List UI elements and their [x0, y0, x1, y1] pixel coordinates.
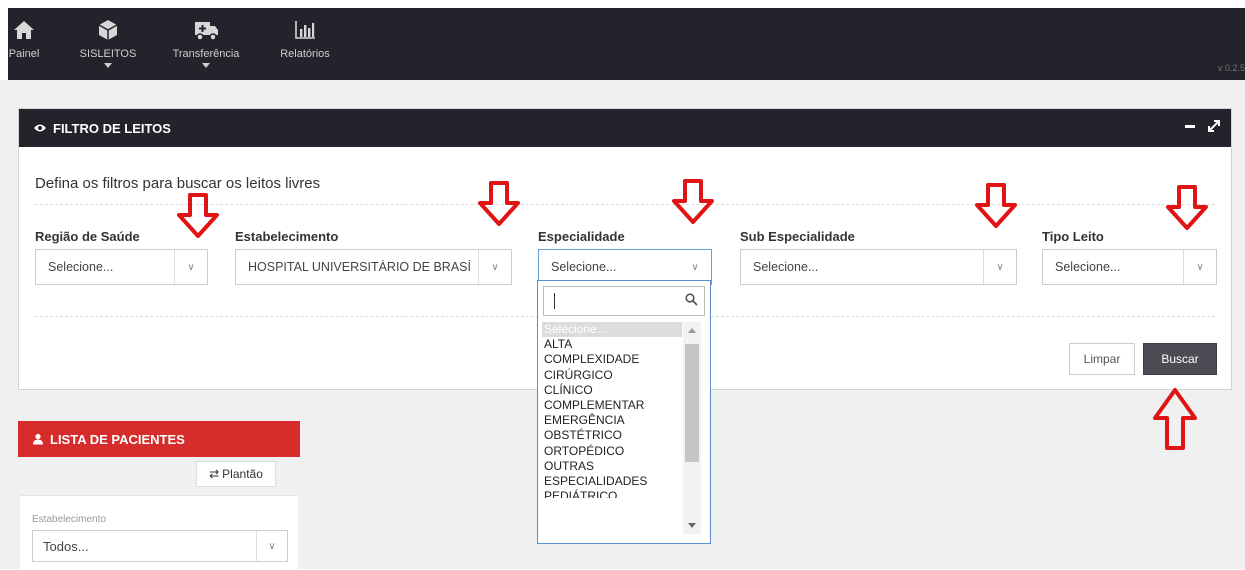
patients-estabelecimento-select[interactable]: Todos... ∨	[32, 530, 288, 562]
filter-panel-title: FILTRO DE LEITOS	[53, 120, 171, 136]
chevron-down-icon	[202, 63, 210, 68]
label-regiao-saude: Região de Saúde	[35, 229, 140, 244]
nav-item-transferencia[interactable]: Transferência	[160, 18, 252, 68]
dropdown-option[interactable]: OUTRAS	[542, 459, 682, 474]
dropdown-option[interactable]: CIRÚRGICO	[542, 368, 682, 383]
filter-panel-header: FILTRO DE LEITOS	[19, 109, 1231, 147]
plantao-label: Plantão	[222, 467, 263, 481]
especialidade-dropdown: Selecione... ALTA COMPLEXIDADE CIRÚRGICO…	[537, 280, 711, 544]
chevron-down-icon: ∨	[174, 250, 207, 284]
minimize-icon[interactable]	[1183, 119, 1197, 133]
chevron-down-icon	[104, 63, 112, 68]
dropdown-scrollbar[interactable]	[683, 322, 701, 534]
nav-item-painel[interactable]: Painel	[4, 18, 44, 60]
patients-filter-card: Estabelecimento Todos... ∨	[20, 495, 298, 570]
chevron-down-icon: ∨	[256, 531, 287, 561]
dropdown-search-input[interactable]	[543, 286, 705, 316]
version-label: v 0.2.5	[1217, 63, 1245, 73]
dropdown-option[interactable]: ESPECIALIDADES	[542, 474, 682, 489]
user-icon	[33, 433, 43, 445]
dropdown-option[interactable]: CLÍNICO	[542, 383, 682, 398]
dropdown-option[interactable]: COMPLEXIDADE	[542, 352, 682, 367]
nav-label: Painel	[8, 48, 40, 60]
dropdown-options: Selecione... ALTA COMPLEXIDADE CIRÚRGICO…	[542, 322, 682, 498]
annotation-arrow-down-icon	[478, 181, 520, 226]
dropdown-option[interactable]: COMPLEMENTAR	[542, 398, 682, 413]
annotation-arrow-down-icon	[975, 183, 1017, 228]
dropdown-option[interactable]: EMERGÊNCIA	[542, 413, 682, 428]
label-tipo-leito: Tipo Leito	[1042, 229, 1104, 244]
chevron-down-icon: ∨	[478, 250, 511, 284]
label-estabelecimento: Estabelecimento	[235, 229, 339, 244]
swap-icon: ⇄	[209, 467, 220, 481]
dropdown-option[interactable]: OBSTÉTRICO	[542, 428, 682, 443]
home-icon	[14, 21, 34, 39]
chevron-down-icon: ∨	[983, 250, 1016, 284]
clear-button[interactable]: Limpar	[1069, 343, 1135, 375]
dropdown-option[interactable]: ORTOPÉDICO	[542, 444, 682, 459]
label-especialidade: Especialidade	[538, 229, 625, 244]
regiao-saude-select[interactable]: Selecione... ∨	[35, 249, 208, 285]
nav-label: Relatórios	[280, 48, 330, 60]
eye-icon	[34, 124, 46, 132]
select-value: HOSPITAL UNIVERSITÁRIO DE BRASÍ	[248, 260, 471, 274]
bar-chart-icon	[295, 21, 315, 39]
label-sub-especialidade: Sub Especialidade	[740, 229, 855, 244]
select-value: Todos...	[43, 538, 89, 554]
select-value: Selecione...	[1055, 260, 1121, 274]
nav-label: SISLEITOS	[79, 48, 137, 60]
scroll-up-icon[interactable]	[688, 328, 696, 333]
patients-panel-title: LISTA DE PACIENTES	[50, 431, 185, 447]
scroll-down-icon[interactable]	[688, 523, 696, 528]
nav-item-relatorios[interactable]: Relatórios	[270, 18, 340, 60]
annotation-arrow-down-icon	[177, 193, 219, 238]
dropdown-option[interactable]: Selecione...	[542, 322, 682, 338]
sub-especialidade-select[interactable]: Selecione... ∨	[740, 249, 1017, 285]
dropdown-option[interactable]: ALTA	[542, 337, 682, 352]
nav-label: Transferência	[172, 48, 240, 60]
chevron-down-icon: ∨	[1183, 250, 1216, 284]
top-navbar: Painel SISLEITOS Transferência Relatório…	[8, 8, 1245, 80]
annotation-arrow-down-icon	[672, 179, 714, 224]
search-button[interactable]: Buscar	[1143, 343, 1217, 375]
patients-panel-header: LISTA DE PACIENTES	[18, 421, 300, 457]
nav-item-sisleitos[interactable]: SISLEITOS	[72, 18, 144, 68]
cube-icon	[98, 20, 118, 40]
text-cursor	[554, 293, 555, 309]
select-value: Selecione...	[551, 260, 617, 274]
scrollbar-thumb[interactable]	[685, 344, 699, 462]
expand-icon[interactable]	[1207, 119, 1221, 133]
patients-estabelecimento-label: Estabelecimento	[32, 514, 106, 525]
dropdown-option[interactable]: PEDIÁTRICO	[542, 489, 682, 498]
filter-subtitle: Defina os filtros para buscar os leitos …	[35, 175, 321, 192]
estabelecimento-select[interactable]: HOSPITAL UNIVERSITÁRIO DE BRASÍ ∨	[235, 249, 512, 285]
ambulance-icon	[195, 22, 218, 41]
select-value: Selecione...	[48, 260, 114, 274]
annotation-arrow-down-icon	[1166, 185, 1208, 230]
chevron-down-icon: ∨	[691, 261, 699, 273]
search-icon	[685, 293, 698, 306]
annotation-arrow-up-icon	[1153, 388, 1197, 450]
select-value: Selecione...	[753, 260, 819, 274]
tipo-leito-select[interactable]: Selecione... ∨	[1042, 249, 1217, 285]
plantao-toggle-button[interactable]: ⇄ Plantão	[196, 461, 276, 487]
